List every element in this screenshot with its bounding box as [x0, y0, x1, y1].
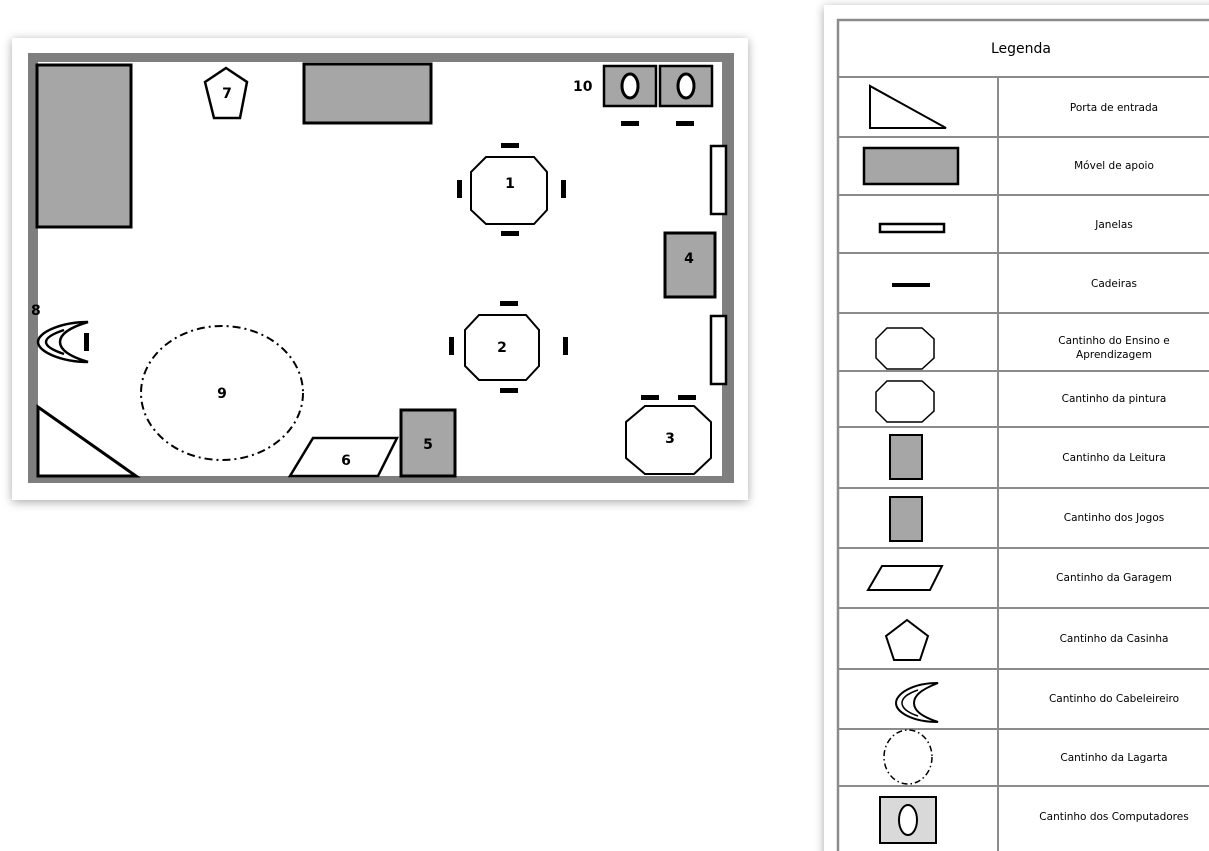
gray-square-icon	[889, 434, 923, 480]
chair-icon	[500, 301, 518, 306]
window-icon	[709, 144, 728, 216]
legend-label: Cantinho da pintura	[1062, 393, 1167, 405]
legend-label: Cantinho dos Computadores	[1039, 811, 1188, 823]
window-icon	[709, 314, 728, 386]
computer-screen	[898, 804, 918, 836]
chair-icon	[501, 143, 519, 148]
legend-label: Cantinho do Cabeleireiro	[1049, 693, 1179, 705]
chair-icon	[561, 180, 566, 198]
label-9: 9	[217, 386, 227, 402]
chair-icon	[563, 337, 568, 355]
label-4: 4	[684, 251, 694, 267]
legend-label-line2: Aprendizagem	[1076, 349, 1152, 361]
legend-label: Cantinho da Garagem	[1056, 572, 1172, 584]
label-6: 6	[341, 453, 351, 469]
computer-screen	[676, 72, 696, 100]
chair-icon	[892, 283, 930, 287]
legend-label: Cantinho dos Jogos	[1064, 512, 1165, 524]
chair-icon	[449, 337, 454, 355]
label-7: 7	[222, 86, 232, 102]
label-1: 1	[505, 176, 515, 192]
chair-icon	[621, 121, 639, 126]
label-10: 10	[573, 79, 593, 95]
gray-square-icon	[889, 496, 923, 542]
octagon-icon	[875, 327, 935, 370]
support-furniture-left	[35, 63, 133, 229]
legend-label: Cantinho da Leitura	[1062, 452, 1166, 464]
legend-label: Móvel de apoio	[1074, 160, 1154, 172]
legend-label: Janelas	[1094, 219, 1132, 231]
support-furniture-top	[302, 62, 433, 125]
legend-table: Legenda Porta de entrada Móvel de apoio …	[824, 5, 1209, 851]
legend-label: Cantinho da Casinha	[1060, 633, 1169, 645]
classroom-diagram: 7 10 1 2 4 3 8 9 6 5 Legenda Porta de en…	[12, 5, 1209, 851]
chair-icon	[500, 388, 518, 393]
gray-rectangle-icon	[862, 146, 960, 186]
legend-label: Porta de entrada	[1070, 102, 1158, 114]
chair-icon	[457, 180, 462, 198]
legend-label: Cadeiras	[1091, 278, 1137, 290]
label-5: 5	[423, 437, 433, 453]
chair-icon	[84, 333, 89, 351]
label-2: 2	[497, 340, 507, 356]
computer-screen	[620, 72, 640, 100]
label-3: 3	[665, 431, 675, 447]
label-8: 8	[31, 303, 41, 319]
legend-title: Legenda	[991, 41, 1051, 57]
floor-plan: 7 10 1 2 4 3 8 9 6 5	[12, 38, 748, 500]
chair-icon	[678, 395, 696, 400]
window-icon	[878, 222, 946, 234]
octagon-icon	[875, 380, 935, 423]
parallelogram-icon	[866, 565, 944, 591]
legend-label: Cantinho do Ensino e	[1058, 335, 1170, 347]
chair-icon	[676, 121, 694, 126]
chair-icon	[641, 395, 659, 400]
legend-label: Cantinho da Lagarta	[1060, 752, 1167, 764]
chair-icon	[501, 231, 519, 236]
